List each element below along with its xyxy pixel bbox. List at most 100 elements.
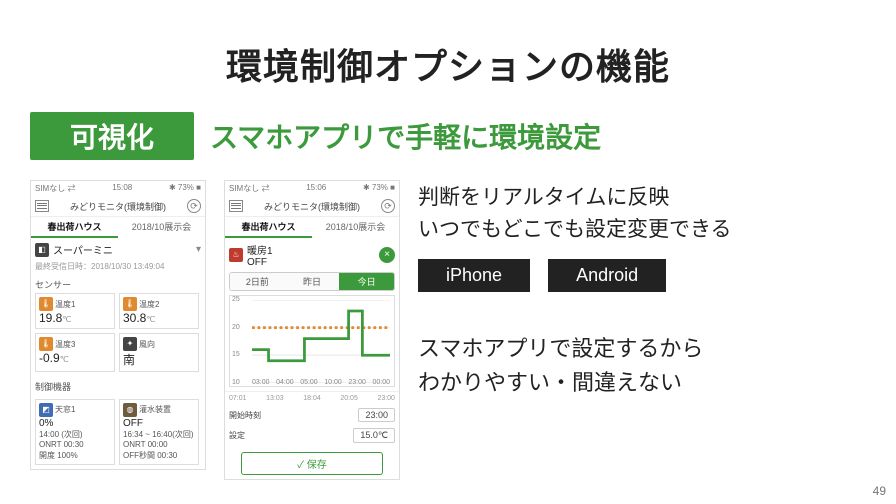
status-carrier: SIMなし ⇄ [35, 183, 75, 194]
ytick: 20 [232, 324, 250, 331]
water-icon: ◍ [123, 403, 137, 417]
window-icon: ◩ [39, 403, 53, 417]
chart-x-axis: 03:00 04:00 05:00 10:00 23:00 00:00 [252, 379, 390, 386]
xtick: 10:00 [324, 379, 342, 386]
control-line: 16:34 ~ 16:40(次回) [123, 430, 195, 440]
actual-line [252, 311, 390, 361]
control-name: 天窓1 [55, 405, 75, 415]
benefit-text: 判断をリアルタイムに反映 いつでもどこでも設定変更できる [418, 182, 866, 245]
benefit-line: 判断をリアルタイムに反映 [418, 182, 866, 214]
set-temp-input[interactable]: 15.0℃ [353, 428, 395, 443]
house-tabs: 春出荷ハウス 2018/10展示会 [225, 217, 399, 238]
temp-icon: 🌡 [39, 337, 53, 351]
save-button[interactable]: ✓ 保存 [241, 452, 383, 475]
phone-screenshot-2: SIMなし ⇄ 15:06 ✱ 73% ■ みどりモニタ(環境制御) ⟳ 春出荷… [224, 180, 400, 480]
sensor-value: 19.8 [39, 311, 62, 325]
time-slot: 18:04 [303, 395, 321, 402]
iphone-badge: iPhone [418, 259, 530, 292]
day-tabs: 2日前 昨日 今日 [229, 272, 395, 291]
right-column: 判断をリアルタイムに反映 いつでもどこでも設定変更できる iPhone Andr… [418, 180, 866, 400]
tab-other[interactable]: 2018/10展示会 [312, 217, 399, 238]
control-line: OFF秒間 00:30 [123, 451, 195, 461]
control-line: ONRT 00:30 [39, 440, 111, 450]
chevron-down-icon: ▾ [196, 244, 201, 255]
control-cards: ◩天窓1 0% 14:00 (次回) ONRT 00:30 開度 100% ◍灌… [31, 395, 205, 469]
status-bar: SIMなし ⇄ 15:08 ✱ 73% ■ [31, 181, 205, 196]
time-slot: 23:00 [377, 395, 395, 402]
sensor-unit: ℃ [146, 315, 155, 324]
app-bar: みどりモニタ(環境制御) ⟳ [225, 196, 399, 217]
slide-subtitle: スマホアプリで手軽に環境設定 [210, 116, 601, 156]
visualize-tag: 可視化 [30, 112, 194, 160]
benefit-line: いつでもどこでも設定変更できる [418, 214, 866, 246]
device-name: 暖房1 [247, 242, 273, 257]
benefit-line: スマホアプリで設定するから [418, 332, 866, 366]
last-received: 最終受信日時：2018/10/30 13:49:04 [31, 261, 205, 276]
sync-icon[interactable]: ⟳ [381, 199, 395, 213]
tab-active[interactable]: 春出荷ハウス [31, 217, 118, 238]
house-tabs: 春出荷ハウス 2018/10展示会 [31, 217, 205, 238]
control-line: 開度 100% [39, 451, 111, 461]
xtick: 03:00 [252, 379, 270, 386]
day-tab-today[interactable]: 今日 [339, 273, 394, 290]
sensor-unit: ℃ [62, 315, 71, 324]
menu-icon[interactable] [229, 200, 243, 212]
android-badge: Android [548, 259, 666, 292]
time-slot: 07:01 [229, 395, 247, 402]
set-temp-row: 設定 15.0℃ [225, 425, 399, 446]
section-control: 制御機器 [31, 378, 205, 395]
slide-title: 環境制御オプションの機能 [30, 38, 866, 90]
benefit-line: わかりやすい・間違えない [418, 366, 866, 400]
tab-other[interactable]: 2018/10展示会 [118, 217, 205, 238]
os-badges: iPhone Android [418, 259, 866, 292]
status-battery: ✱ 73% ■ [169, 183, 201, 194]
benefit-text-2: スマホアプリで設定するから わかりやすい・間違えない [418, 332, 866, 400]
sensor-name: 温度1 [55, 299, 75, 310]
control-value: OFF [123, 417, 195, 430]
page-number: 49 [873, 484, 886, 498]
xtick: 00:00 [372, 379, 390, 386]
status-carrier: SIMなし ⇄ [229, 183, 269, 194]
heater-icon: ♨ [229, 248, 243, 262]
sensor-cards: 🌡温度1 19.8℃ 🌡温度2 30.8℃ 🌡温度3 -0.9℃ ✦風向 南 [31, 293, 205, 372]
wind-icon: ✦ [123, 337, 137, 351]
phone-screenshot-1: SIMなし ⇄ 15:08 ✱ 73% ■ みどりモニタ(環境制御) ⟳ 春出荷… [30, 180, 206, 470]
control-line: 14:00 (次回) [39, 430, 111, 440]
ytick: 10 [232, 379, 250, 386]
sync-icon[interactable]: ⟳ [187, 199, 201, 213]
xtick: 04:00 [276, 379, 294, 386]
sensor-card[interactable]: 🌡温度2 30.8℃ [119, 293, 199, 329]
app-title: みどりモニタ(環境制御) [70, 200, 166, 213]
sensor-value: 30.8 [123, 311, 146, 325]
sensor-card[interactable]: ✦風向 南 [119, 333, 199, 372]
time-slot: 20:05 [340, 395, 358, 402]
control-name: 灌水装置 [139, 405, 171, 415]
device-header: ♨ 暖房1 OFF × [225, 238, 399, 272]
ytick: 25 [232, 296, 250, 303]
device-select[interactable]: ◧ スーパーミニ ▾ [31, 238, 205, 261]
tab-active[interactable]: 春出荷ハウス [225, 217, 312, 238]
setting-label: 開始時刻 [229, 410, 261, 421]
device-name: スーパーミニ [53, 242, 113, 257]
setting-label: 設定 [229, 430, 245, 441]
app-bar: みどりモニタ(環境制御) ⟳ [31, 196, 205, 217]
control-line: ONRT 00:00 [123, 440, 195, 450]
sensor-name: 温度2 [139, 299, 159, 310]
status-battery: ✱ 73% ■ [363, 183, 395, 194]
status-bar: SIMなし ⇄ 15:06 ✱ 73% ■ [225, 181, 399, 196]
control-card[interactable]: ◍灌水装置 OFF 16:34 ~ 16:40(次回) ONRT 00:00 O… [119, 399, 199, 465]
start-time-input[interactable]: 23:00 [358, 408, 395, 422]
day-tab-2ago[interactable]: 2日前 [230, 273, 285, 290]
sensor-card[interactable]: 🌡温度3 -0.9℃ [35, 333, 115, 372]
start-time-row: 開始時刻 23:00 [225, 405, 399, 425]
chart-y-axis: 25 20 15 10 [232, 296, 250, 386]
day-tab-yesterday[interactable]: 昨日 [285, 273, 340, 290]
close-icon[interactable]: × [379, 247, 395, 263]
sensor-name: 温度3 [55, 339, 75, 350]
control-card[interactable]: ◩天窓1 0% 14:00 (次回) ONRT 00:30 開度 100% [35, 399, 115, 465]
sensor-card[interactable]: 🌡温度1 19.8℃ [35, 293, 115, 329]
time-slot: 13:03 [266, 395, 284, 402]
schedule-bar: 07:01 13:03 18:04 20:05 23:00 [225, 391, 399, 405]
menu-icon[interactable] [35, 200, 49, 212]
app-title: みどりモニタ(環境制御) [264, 200, 360, 213]
